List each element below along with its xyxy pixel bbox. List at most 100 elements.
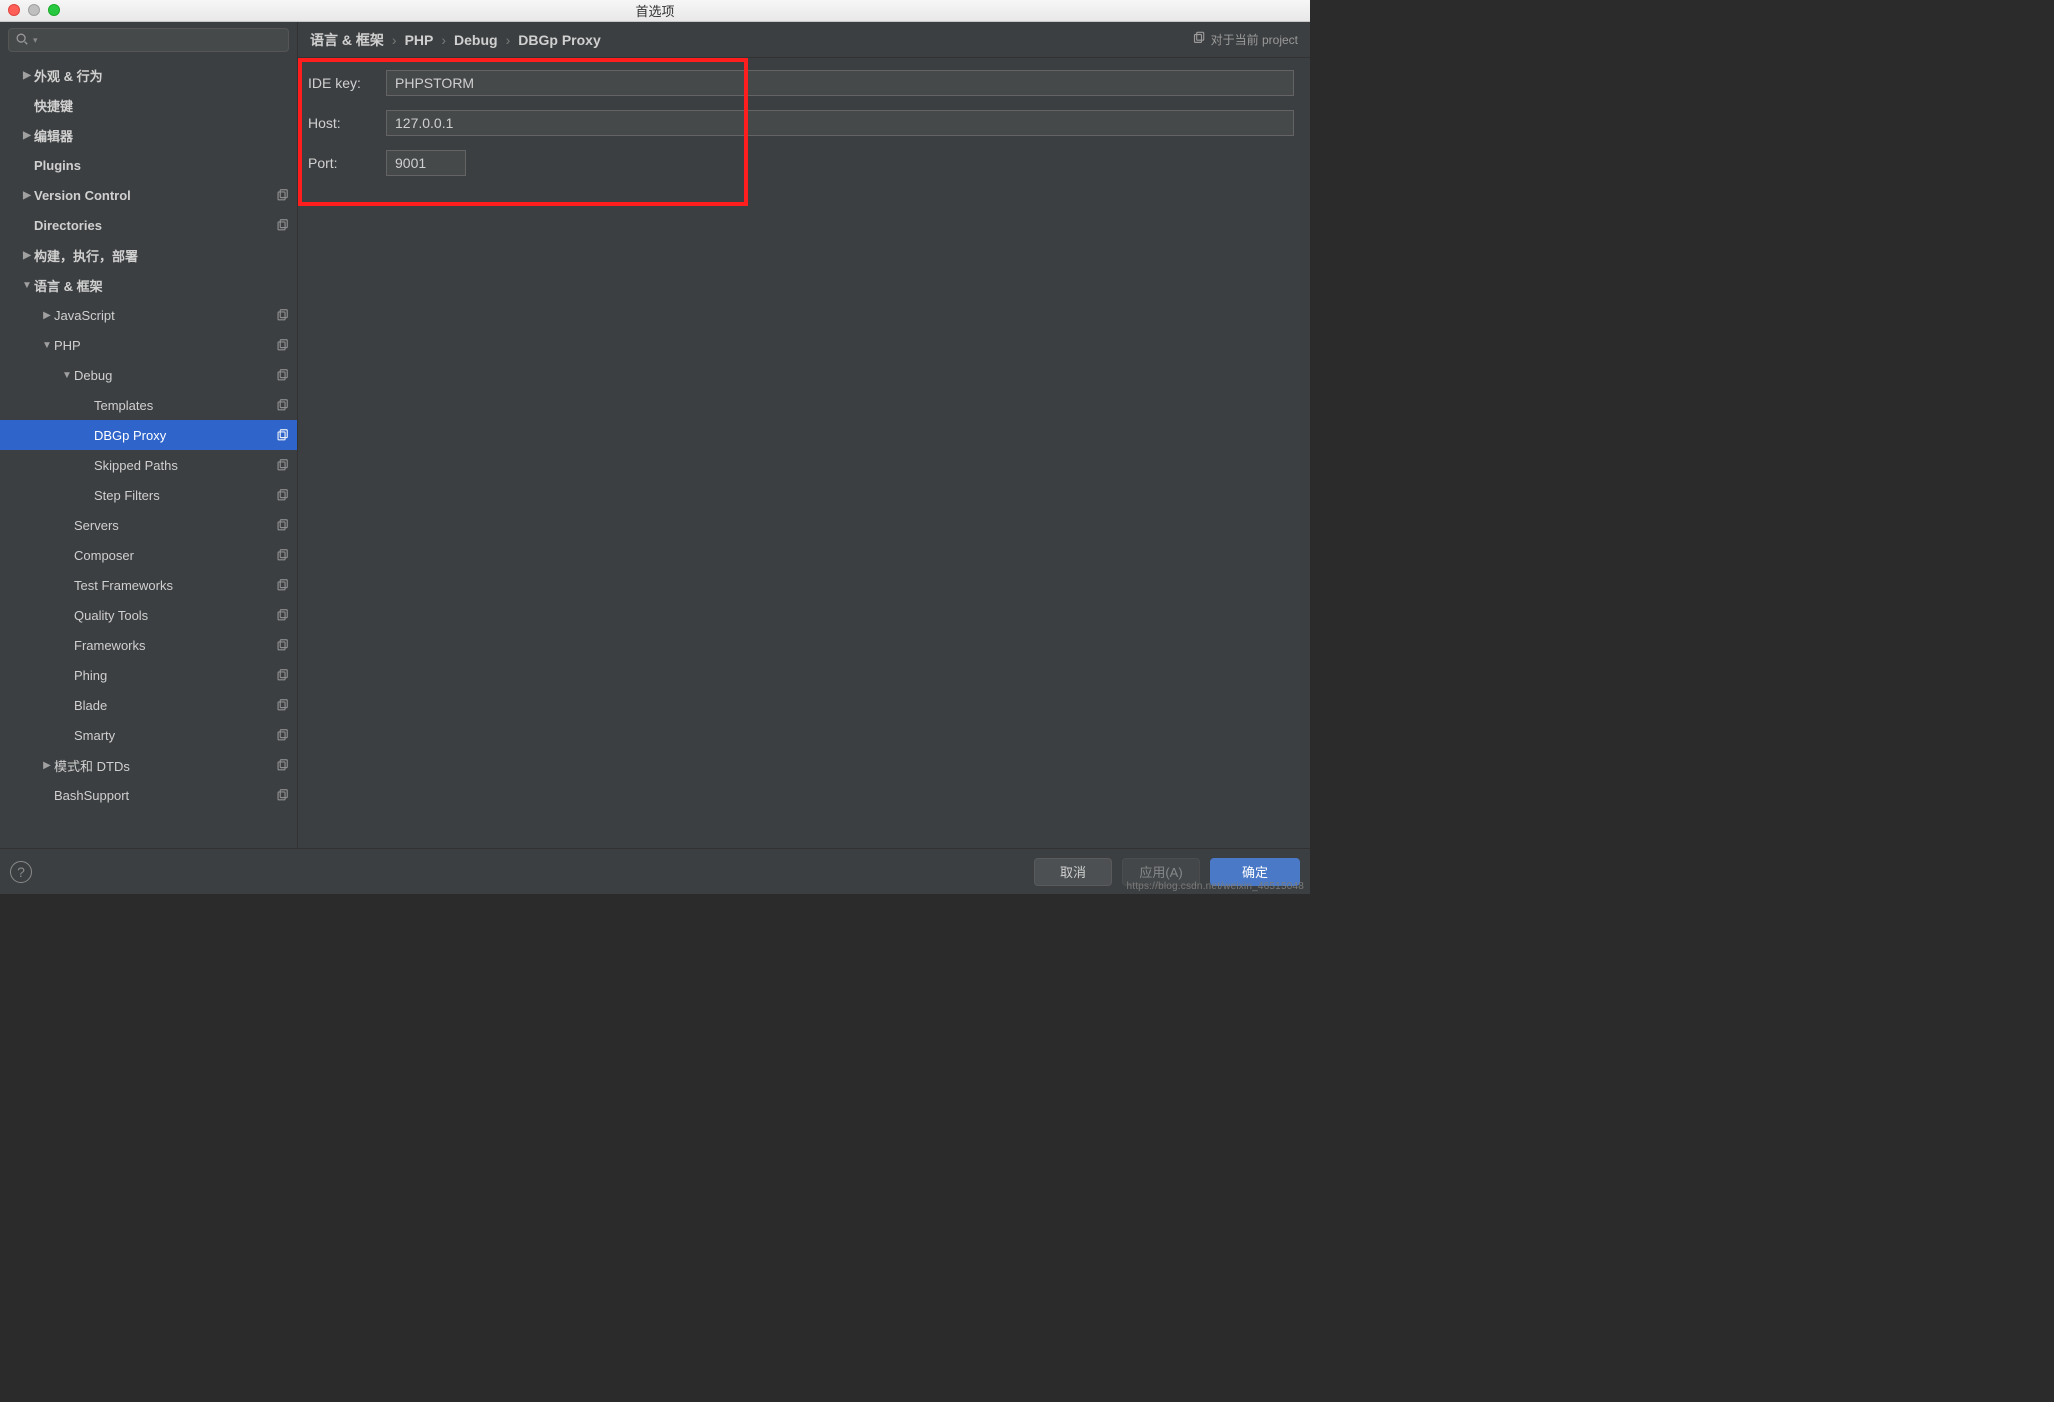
- sidebar-item[interactable]: ▶编辑器: [0, 120, 297, 150]
- sidebar-item-label: Test Frameworks: [74, 578, 275, 593]
- window-controls: [8, 4, 60, 16]
- chevron-down-icon: ▼: [60, 370, 74, 381]
- breadcrumb-seg[interactable]: 语言 & 框架: [310, 30, 384, 50]
- port-input[interactable]: [386, 150, 466, 176]
- cancel-button[interactable]: 取消: [1034, 858, 1112, 886]
- sidebar-item-label: 外观 & 行为: [34, 66, 289, 85]
- sidebar-item[interactable]: Directories: [0, 210, 297, 240]
- breadcrumb-sep: ›: [392, 32, 397, 48]
- sidebar-item[interactable]: ▼PHP: [0, 330, 297, 360]
- sidebar-item[interactable]: ▶模式和 DTDs: [0, 750, 297, 780]
- sidebar-item-label: Directories: [34, 218, 275, 233]
- copy-icon: [275, 428, 289, 442]
- chevron-right-icon: ▶: [40, 760, 54, 771]
- breadcrumb-sep: ›: [441, 32, 446, 48]
- sidebar-item[interactable]: Blade: [0, 690, 297, 720]
- help-button[interactable]: ?: [10, 861, 32, 883]
- sidebar-item[interactable]: ▶构建，执行，部署: [0, 240, 297, 270]
- sidebar-item[interactable]: Test Frameworks: [0, 570, 297, 600]
- chevron-right-icon: ▶: [20, 250, 34, 261]
- breadcrumb-sep: ›: [506, 32, 511, 48]
- sidebar-item-label: JavaScript: [54, 308, 275, 323]
- sidebar-item[interactable]: Skipped Paths: [0, 450, 297, 480]
- sidebar-item-label: 编辑器: [34, 126, 289, 145]
- breadcrumb-seg[interactable]: PHP: [405, 32, 434, 48]
- sidebar-item[interactable]: Phing: [0, 660, 297, 690]
- sidebar-item[interactable]: Composer: [0, 540, 297, 570]
- form-row-port: Port:: [308, 150, 1300, 176]
- copy-icon: [275, 488, 289, 502]
- sidebar-item-label: Plugins: [34, 158, 289, 173]
- zoom-window-button[interactable]: [48, 4, 60, 16]
- sidebar-item-label: Templates: [94, 398, 275, 413]
- sidebar-item[interactable]: ▶Version Control: [0, 180, 297, 210]
- copy-icon: [275, 398, 289, 412]
- sidebar-item-label: 模式和 DTDs: [54, 756, 275, 775]
- sidebar-item[interactable]: Smarty: [0, 720, 297, 750]
- sidebar-item[interactable]: Quality Tools: [0, 600, 297, 630]
- chevron-right-icon: ▶: [20, 70, 34, 81]
- close-window-button[interactable]: [8, 4, 20, 16]
- scope-label: 对于当前 project: [1191, 31, 1298, 48]
- sidebar-item-label: 构建，执行，部署: [34, 246, 289, 265]
- breadcrumb: 语言 & 框架 › PHP › Debug › DBGp Proxy 对于当前 …: [298, 22, 1310, 58]
- copy-icon: [275, 218, 289, 232]
- port-label: Port:: [308, 155, 386, 171]
- host-label: Host:: [308, 115, 386, 131]
- settings-sidebar: ▾ ▶外观 & 行为快捷键▶编辑器Plugins▶Version Control…: [0, 22, 298, 848]
- copy-icon: [1191, 31, 1205, 48]
- sidebar-item-label: Step Filters: [94, 488, 275, 503]
- ide-key-label: IDE key:: [308, 75, 386, 91]
- chevron-right-icon: ▶: [20, 130, 34, 141]
- copy-icon: [275, 758, 289, 772]
- breadcrumb-seg[interactable]: Debug: [454, 32, 498, 48]
- copy-icon: [275, 668, 289, 682]
- sidebar-item[interactable]: DBGp Proxy: [0, 420, 297, 450]
- form-row-ide-key: IDE key:: [308, 70, 1300, 96]
- dialog-footer: ? 取消 应用(A) 确定: [0, 848, 1310, 894]
- sidebar-item-label: Frameworks: [74, 638, 275, 653]
- sidebar-item[interactable]: ▶外观 & 行为: [0, 60, 297, 90]
- sidebar-item[interactable]: Frameworks: [0, 630, 297, 660]
- copy-icon: [275, 608, 289, 622]
- search-icon: [15, 32, 29, 49]
- settings-form: IDE key: Host: Port:: [298, 58, 1310, 202]
- sidebar-item-label: Debug: [74, 368, 275, 383]
- sidebar-item[interactable]: Templates: [0, 390, 297, 420]
- settings-search-input[interactable]: ▾: [8, 28, 289, 52]
- settings-tree: ▶外观 & 行为快捷键▶编辑器Plugins▶Version ControlDi…: [0, 58, 297, 848]
- minimize-window-button[interactable]: [28, 4, 40, 16]
- sidebar-item-label: Composer: [74, 548, 275, 563]
- copy-icon: [275, 368, 289, 382]
- sidebar-item-label: DBGp Proxy: [94, 428, 275, 443]
- sidebar-item-label: PHP: [54, 338, 275, 353]
- copy-icon: [275, 308, 289, 322]
- sidebar-item-label: 快捷键: [34, 96, 289, 115]
- sidebar-item-label: Quality Tools: [74, 608, 275, 623]
- copy-icon: [275, 638, 289, 652]
- sidebar-item-label: BashSupport: [54, 788, 275, 803]
- sidebar-item[interactable]: Plugins: [0, 150, 297, 180]
- copy-icon: [275, 188, 289, 202]
- sidebar-item[interactable]: ▶JavaScript: [0, 300, 297, 330]
- breadcrumb-seg[interactable]: DBGp Proxy: [518, 32, 600, 48]
- sidebar-item-label: 语言 & 框架: [34, 276, 289, 295]
- copy-icon: [275, 518, 289, 532]
- host-input[interactable]: [386, 110, 1294, 136]
- sidebar-item[interactable]: BashSupport: [0, 780, 297, 810]
- sidebar-item[interactable]: ▼语言 & 框架: [0, 270, 297, 300]
- ide-key-input[interactable]: [386, 70, 1294, 96]
- sidebar-item[interactable]: Step Filters: [0, 480, 297, 510]
- sidebar-item[interactable]: ▼Debug: [0, 360, 297, 390]
- apply-button[interactable]: 应用(A): [1122, 858, 1200, 886]
- copy-icon: [275, 458, 289, 472]
- sidebar-item-label: Servers: [74, 518, 275, 533]
- sidebar-item[interactable]: Servers: [0, 510, 297, 540]
- chevron-down-icon: ▼: [40, 340, 54, 351]
- sidebar-item-label: Phing: [74, 668, 275, 683]
- sidebar-item-label: Smarty: [74, 728, 275, 743]
- sidebar-item[interactable]: 快捷键: [0, 90, 297, 120]
- chevron-right-icon: ▶: [40, 310, 54, 321]
- ok-button[interactable]: 确定: [1210, 858, 1300, 886]
- form-row-host: Host:: [308, 110, 1300, 136]
